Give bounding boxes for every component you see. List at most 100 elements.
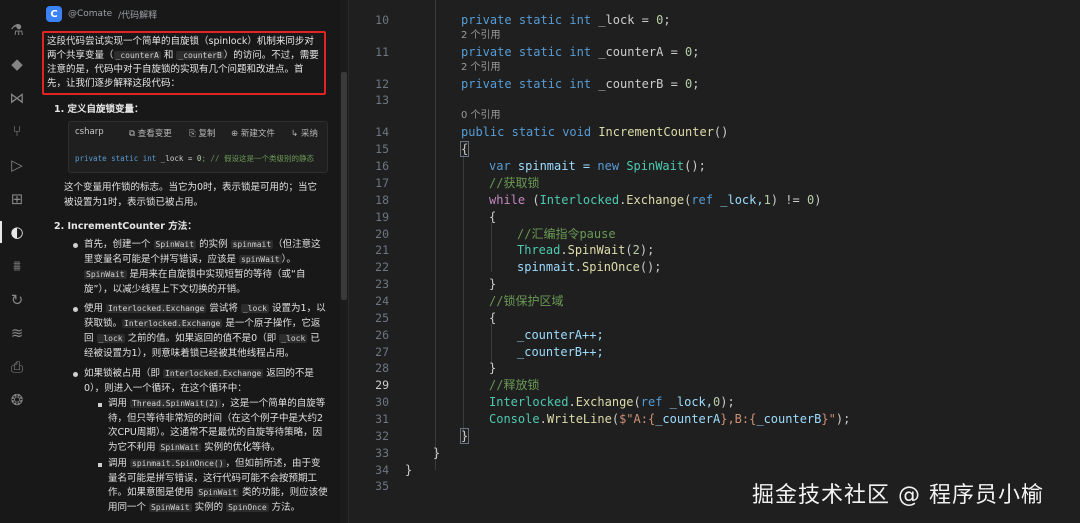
line-number: 32 (375, 429, 389, 443)
view-changes-button[interactable]: ⧉ 查看变更 (129, 127, 172, 139)
line-number: 34 (375, 463, 389, 477)
code-line-14: public static void IncrementCounter() (461, 125, 729, 139)
code-line-23: } (489, 277, 497, 291)
line-number: 15 (375, 142, 389, 156)
line-number: 31 (375, 412, 389, 426)
code-line-18: while (Interlocked.Exchange(ref _lock,1)… (489, 193, 822, 207)
sub-bullet-square (98, 463, 102, 467)
printer-icon[interactable]: ⎙ (7, 357, 27, 377)
code-line-22: spinmait.SpinOnce(); (517, 260, 662, 274)
code-line-26: _counterA++; (517, 328, 604, 342)
code-snippet-line: private static int _lock = 0; // 假设这是一个类… (75, 154, 315, 163)
chat-scrollbar-thumb[interactable] (341, 72, 347, 300)
bullet-dot (73, 243, 78, 248)
run-debug-icon[interactable]: ▷ (7, 155, 27, 175)
bullet-lock-occupied: 如果锁被占用（即 Interlocked.Exchange 返回的不是0），则进… (84, 368, 314, 394)
codelens-references[interactable]: 2 个引用 (461, 61, 501, 75)
code-line-29: //释放锁 (489, 378, 540, 392)
sub-bullet-thread-spinwait: 调用 Thread.SpinWait(2) ，这是一个简单的自旋等待，但只等待非常… (108, 398, 326, 453)
indent-guide (435, 0, 436, 470)
comate-chat-panel: C @Comate /代码解释 这段代码尝试实现一个简单的自旋锁（spinloc… (34, 0, 340, 523)
section-define-lock: 1. 定义自旋锁变量： (54, 104, 144, 115)
line-number: 25 (375, 311, 389, 325)
code-line-12: private static int _counterB = 0; (461, 77, 700, 91)
sub-bullet-square (98, 403, 102, 407)
code-line-21: Thread.SpinWait(2); (517, 243, 655, 257)
flask-icon[interactable]: ⚗ (7, 20, 27, 40)
line-number: 23 (375, 277, 389, 291)
intro-paragraph: 这段代码尝试实现一个简单的自旋锁（spinlock）机制来同步对两个共享变量（ _… (42, 31, 326, 95)
stack-icon[interactable]: ≋ (7, 323, 27, 343)
line-number: 13 (375, 93, 389, 107)
code-line-27: _counterB++; (517, 345, 604, 359)
line-number: 16 (375, 159, 389, 173)
comate-logo-icon: C (46, 6, 62, 22)
codelens-references[interactable]: 2 个引用 (461, 29, 501, 43)
line-number: 20 (375, 227, 389, 241)
codelens-references[interactable]: 0 个引用 (461, 109, 501, 123)
code-snippet-block: csharp ⧉ 查看变更 ⎘ 复制 ⊕ 新建文件 ↳ 采纳 private s… (68, 121, 328, 173)
line-number: 21 (375, 243, 389, 257)
code-line-25: { (489, 311, 497, 325)
line-number: 18 (375, 193, 389, 207)
code-line-19: { (489, 210, 497, 224)
deploy-icon[interactable]: ↻ (7, 290, 27, 310)
chat-command: /代码解释 (118, 10, 158, 21)
code-line-34: } (405, 463, 413, 477)
comate-icon[interactable]: ◐ (7, 222, 27, 242)
chat-message-header: C @Comate /代码解释 (46, 5, 157, 23)
section-increment-counter: 2. IncrementCounter 方法： (54, 221, 197, 232)
line-number: 19 (375, 210, 389, 224)
graph-icon[interactable]: ⩩ (7, 256, 27, 276)
sub-bullet-spinonce: 调用 spinmait.SpinOnce() ，但如前所述，由于变量名可能是拼写错… (108, 458, 328, 513)
line-number: 14 (375, 125, 389, 139)
code-line-24: //锁保护区域 (489, 294, 564, 308)
indent-guide (463, 155, 464, 440)
line-number: 24 (375, 294, 389, 308)
openai-icon[interactable]: ❂ (7, 390, 27, 410)
bullet-dot (73, 372, 78, 377)
lock-description: 这个变量用作锁的标志。当它为0时，表示锁是可用的；当它被设置为1时，表示锁已被占… (64, 182, 318, 208)
adopt-button[interactable]: ↳ 采纳 (291, 127, 318, 139)
line-number: 33 (375, 446, 389, 460)
bullet-interlocked: 使用 Interlocked.Exchange 尝试将 _lock 设置为1，以… (84, 303, 326, 359)
watermark: 掘金技术社区 @ 程序员小榆 (752, 483, 1044, 508)
active-indicator (0, 221, 2, 243)
indent-guide (491, 324, 492, 364)
line-number: 35 (375, 479, 389, 493)
activity-bar: ⚗ ◆ ⋈ ⑂ ▷ ⊞ ◐ ⩩ ↻ ≋ ⎙ ❂ (0, 0, 35, 523)
visual-studio-icon[interactable]: ⋈ (7, 88, 27, 108)
code-snippet-toolbar: csharp ⧉ 查看变更 ⎘ 复制 ⊕ 新建文件 ↳ 采纳 (69, 122, 327, 142)
line-number: 28 (375, 361, 389, 375)
line-number: 12 (375, 77, 389, 91)
code-language: csharp (75, 127, 104, 137)
extensions-icon[interactable]: ⊞ (7, 189, 27, 209)
line-number-current: 29 (375, 378, 389, 392)
code-line-17: //获取锁 (489, 176, 540, 190)
line-number: 17 (375, 176, 389, 190)
code-line-33: } (433, 446, 441, 460)
git-diamond-icon[interactable]: ◆ (7, 54, 27, 74)
chat-user: @Comate (68, 9, 113, 19)
code-line-31: Console.WriteLine($"A:{_counterA},B:{_co… (489, 412, 851, 426)
line-number: 10 (375, 13, 389, 27)
line-number: 27 (375, 345, 389, 359)
new-file-button[interactable]: ⊕ 新建文件 (231, 127, 275, 139)
code-line-15: { (459, 141, 470, 157)
code-line-30: Interlocked.Exchange(ref _lock,0); (489, 395, 735, 409)
line-number: 11 (375, 45, 389, 59)
source-control-icon[interactable]: ⑂ (7, 121, 27, 141)
code-line-11: private static int _counterA = 0; (461, 45, 700, 59)
copy-button[interactable]: ⎘ 复制 (189, 127, 216, 139)
indent-guide (491, 222, 492, 272)
code-editor[interactable]: 10 11 12 13 14 15 16 17 18 19 20 21 22 2… (348, 0, 1080, 523)
bullet-spinwait: 首先，创建一个 SpinWait 的实例 spinmait （但注意这里变量名可能… (84, 239, 321, 295)
line-number: 30 (375, 395, 389, 409)
chat-scrollbar[interactable] (340, 0, 348, 523)
code-line-16: var spinmait = new SpinWait(); (489, 159, 706, 173)
code-line-10: private static int _lock = 0; (461, 13, 671, 27)
bullet-dot (73, 307, 78, 312)
line-number: 26 (375, 328, 389, 342)
code-line-20: //汇编指令pause (517, 227, 616, 241)
line-number: 22 (375, 260, 389, 274)
